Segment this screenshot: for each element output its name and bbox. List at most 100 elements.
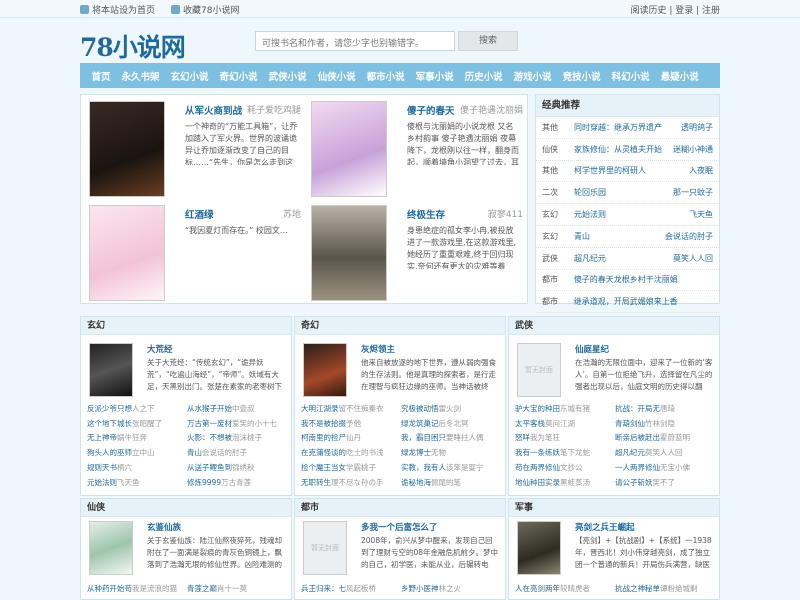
nav-item[interactable]: 悬疑小说 [655,69,704,83]
section-title[interactable]: 玄幻 [81,317,291,335]
list-item[interactable]: 我不是被拾掇予他 绿龙筑巢记后冬北冥 [301,416,501,431]
book-title[interactable]: 傻子的春天 [407,103,455,117]
list-item[interactable]: 这个地下城长张昭醒了 万古第一废材爱笑的小十七 [87,416,287,431]
book-title[interactable]: 大荒经 [147,343,173,355]
rec-author[interactable]: 那一只蚊子 [662,187,719,198]
rec-book[interactable]: 同时穿越：继承万界遗产 [574,122,662,133]
nav-item[interactable]: 武侠小说 [263,69,312,83]
featured-books: 从军火商到战 耗子爱吃鸡腿 一个神奇的“万能工具箱”，让乔加踏入了军火界。世界的… [80,94,528,304]
rec-category: 仙侠 [542,144,558,154]
rec-author[interactable]: 莫笑人人回 [662,253,719,264]
site-logo[interactable]: 78小说网 [80,28,186,64]
book-title[interactable]: 红酒绿 [185,207,214,221]
book-cover[interactable] [517,521,561,575]
list-item[interactable]: 规则天书柄六 从送子鲤鱼到锦绣秋 [87,460,287,475]
book-cover[interactable] [89,343,133,397]
nav-item[interactable]: 历史小说 [459,69,508,83]
user-links[interactable]: 阅读历史 | 登录 | 注册 [630,3,720,16]
book-cover-placeholder[interactable]: 暂无封面 [517,343,561,397]
rec-author[interactable]: 飞天鱼 [662,209,719,220]
rec-book[interactable]: 继承道观，开局武媚娘来上香 [574,296,713,307]
book-desc: 身患绝症的孤女李小冉,被投放进了一款游戏里,在这款游戏里,她经历了重重艰难,终于… [407,226,517,269]
bookmark-link[interactable]: 收藏78小说网 [171,3,239,16]
featured-book[interactable]: 从军火商到战 耗子爱吃鸡腿 一个神奇的“万能工具箱”，让乔加踏入了军火界。世界的… [81,97,301,197]
nav-item[interactable]: 奇幻小说 [214,69,263,83]
nav-item[interactable]: 军事小说 [410,69,459,83]
nav-item[interactable]: 玄幻小说 [165,69,214,83]
list-item[interactable]: 怒咩我为笔狂 断亲后被赶出霍蔚蓝明 [515,431,715,446]
list-item[interactable]: 地仙种田实录黑蛙蒸汤 请公子斩妖笑不了 [515,475,715,490]
list-item[interactable]: 在克蒲怪谈的吃土的书浅 绿龙博士无物 [301,445,501,460]
section-title[interactable]: 奇幻 [295,317,505,335]
list-item[interactable]: 无上神帝蜗牛狂奔 火影：不想被泡沫桃子 [87,431,287,446]
nav-item[interactable]: 科幻小说 [606,69,655,83]
rec-author[interactable]: 入夜眠 [662,165,719,176]
rec-author[interactable]: 会说话的肘子 [662,231,719,242]
book-title[interactable]: 玄鉴仙族 [147,521,181,533]
featured-book[interactable]: 终极生存 寂寥411 身患绝症的孤女李小冉,被投放进了一款游戏里,在这款游戏里,… [303,201,523,301]
featured-book[interactable]: 傻子的春天 傻子艳遇沈丽娟 傻根与沈丽娟的小说龙根 又名 乡村韵事 傻子艳遇沈丽… [303,97,523,197]
section-title[interactable]: 都市 [295,499,505,517]
book-desc: 他来自被放逐的地下世界，遵从弱肉强食的生存法则。他是真理的探索者，是行走在理智与… [361,358,496,391]
section-title[interactable]: 军事 [509,499,719,517]
list-item[interactable]: 无职转生理不尽な孙の手 诡秘地海佩尾的笔 [301,475,501,490]
recommend-title: 经典推荐 [536,95,719,117]
section-title[interactable]: 仙侠 [81,499,291,517]
rec-author[interactable]: 迷糊小神通 [662,144,719,155]
list-item[interactable]: 狗头人的巫师立中山 青山会说话的肘子 [87,445,287,460]
category-section-xianxia: 仙侠 玄鉴仙族 关于玄鉴仙族：陆江仙熬夜猝死，残魂却附在了一面满是裂痕的青灰色铜… [80,498,292,600]
book-title[interactable]: 多我一个后富怎么了 [361,521,438,533]
book-title[interactable]: 亮剑之兵王崛起 [575,521,635,533]
set-homepage-link[interactable]: 将本站设为首页 [80,3,155,16]
rec-book[interactable]: 轮回乐园 [574,187,662,198]
list-item[interactable]: 柯南里的捡尸仙丹 我，霸目困只要睡拄人偶 [301,431,501,446]
book-title[interactable]: 从军火商到战 [185,103,242,117]
list-item[interactable]: 大明江湖录留不住痴秦衣 究极被动悟雷火剑 [301,401,501,416]
book-desc: 关于大荒经：“传统玄幻”，“诡异妖荒”，“吃遍山海经”，“帝师”。妖域有大足，天… [147,358,282,391]
book-title[interactable]: 仙庭星纪 [575,343,609,355]
list-item[interactable]: 兵王归来：七风起板桥 乡野小医神林之火 [301,581,501,596]
nav-item[interactable]: 都市小说 [361,69,410,83]
nav-item[interactable]: 永久书架 [116,69,165,83]
list-item[interactable]: 驴大宝的种田东城有猪 抗战：开局无唐琦 [515,401,715,416]
book-cover[interactable] [89,205,165,301]
list-item[interactable]: 捡个魔王当女学霸桃子 实教，我有人该笨是婴宁 [301,460,501,475]
rec-book[interactable]: 傻子的春天龙根乡村干沈丽娟 [574,274,713,285]
list-item[interactable]: 元始法则飞天鱼 修炼9999万古青莲 [87,475,287,490]
nav-item[interactable]: 游戏小说 [508,69,557,83]
top-bar: 将本站设为首页 收藏78小说网 阅读历史 | 登录 | 注册 [0,0,800,18]
rec-book[interactable]: 超凡纪元 [574,253,662,264]
nav-item[interactable]: 首页 [86,69,116,83]
book-author: 傻子艳遇沈丽娟 [459,106,523,116]
book-cover[interactable] [89,521,133,575]
section-title[interactable]: 武侠 [509,317,719,335]
nav-item[interactable]: 仙侠小说 [312,69,361,83]
list-item[interactable]: 从种药开始苟我是流浪的猫 青莲之巅肖十一莫 [87,581,287,596]
list-item[interactable]: 太平客栈莫问江湖 青葫剑仙竹林剑隐 [515,416,715,431]
rec-book[interactable]: 青山 [574,231,662,242]
rec-book[interactable]: 家族修仙：从灵植夫开始 [574,144,662,155]
featured-book[interactable]: 红酒绿 苏地 “我因夏灯而存在。” 校园文… [81,201,301,301]
nav-item[interactable]: 竞技小说 [557,69,606,83]
book-cover[interactable] [311,101,387,197]
search-input[interactable]: 可搜书名和作者，请您少字也别输错字。 [255,31,455,51]
book-list: 反派少爷只想人之下 从水猴子开始中壹叔 这个地下城长张昭醒了 万古第一废材爱笑的小十… [87,401,287,490]
category-section-junshi: 军事 亮剑之兵王崛起 【亮剑】+【抗战剧】+【系统】一1938年，晋西北！刘小伟… [508,498,720,600]
list-item[interactable]: 我有一条练妖笔下龙蛇 超凡纪元莫笑人人回 [515,445,715,460]
book-cover[interactable] [89,101,165,197]
list-item[interactable]: 反派少爷只想人之下 从水猴子开始中壹叔 [87,401,287,416]
book-title[interactable]: 终极生存 [407,207,445,221]
book-title[interactable]: 灰烬领主 [361,343,395,355]
list-item[interactable]: 苟在两界修仙文抄公 一人两界修仙无宝小佛 [515,460,715,475]
book-author: 苏地 [282,210,301,220]
category-section-qihuan: 奇幻 灰烬领主 他来自被放逐的地下世界，遵从弱肉强食的生存法则。他是真理的探索者… [294,316,506,496]
book-cover[interactable] [303,343,347,397]
rec-author[interactable]: 透明鸽子 [662,122,719,133]
rec-book[interactable]: 柯学世界里的柯研人 [574,165,662,176]
book-cover[interactable] [311,205,387,301]
rec-book[interactable]: 元始法则 [574,209,662,220]
list-item[interactable]: 人在亮剑两年较晴虎者 抗战之神秘单谭粉绝城剿 [515,581,715,596]
book-cover-placeholder[interactable]: 暂无封面 [303,521,347,575]
search-button[interactable]: 搜索 [458,31,518,51]
rec-category: 二次 [542,188,558,198]
